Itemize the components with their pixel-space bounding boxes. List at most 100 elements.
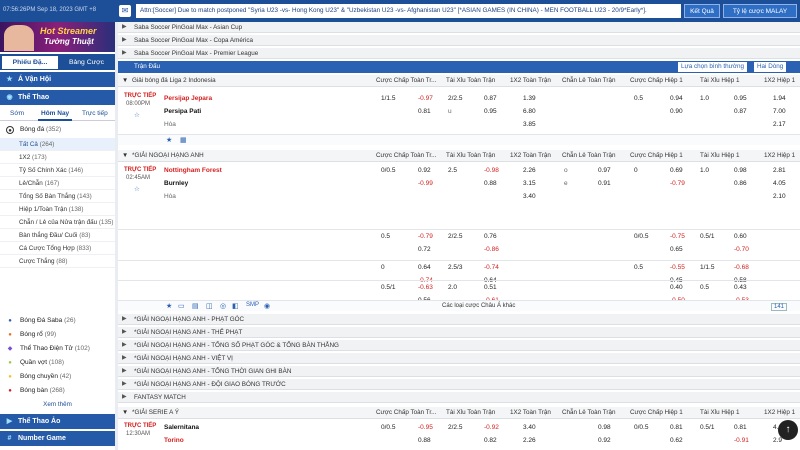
odds-cell[interactable]: 2.26 — [523, 437, 536, 444]
chart-icon[interactable]: ◫ — [206, 302, 213, 310]
odds-cell[interactable]: 0.81 — [418, 108, 431, 115]
odds-cell[interactable]: 0.76 — [484, 233, 497, 240]
display-lines-select[interactable]: Hai Dòng — [754, 62, 787, 72]
odds-cell[interactable]: 2.81 — [773, 167, 786, 174]
odds-cell[interactable]: 0.87 — [734, 108, 747, 115]
video-icon[interactable]: ▭ — [178, 302, 185, 310]
odds-cell[interactable]: 0.72 — [418, 246, 431, 253]
odds-cell[interactable]: 0.69 — [670, 167, 683, 174]
sidebar-subitem[interactable]: Tổng Số Bàn Thắng (143) — [0, 190, 115, 203]
odds-cell[interactable]: -0.79 — [670, 180, 685, 187]
odds-cell[interactable]: 0.91 — [598, 180, 611, 187]
odds-cell[interactable]: -0.92 — [484, 424, 499, 431]
odds-cell[interactable]: 0.51 — [484, 284, 497, 291]
sidebar-section-virtual[interactable]: ▶ Thể Thao Ảo — [0, 414, 115, 429]
odds-cell[interactable]: 0.86 — [734, 180, 747, 187]
odds-cell[interactable]: 2.17 — [773, 121, 786, 128]
results-button[interactable]: Kết Quả — [684, 4, 720, 18]
odds-cell[interactable]: -0.79 — [418, 233, 433, 240]
stats-icon[interactable]: ▦ — [180, 136, 187, 144]
sidebar-subitem[interactable]: Hiệp 1/Toàn Trận (138) — [0, 203, 115, 216]
sidebar-subitem[interactable]: Cược Thắng (88) — [0, 255, 115, 268]
league-row[interactable]: ▶ *GIẢI NGOẠI HẠNG ANH - VIỆT VỊ — [118, 353, 800, 364]
tab-bet-slip[interactable]: Phiếu Đặ... — [2, 56, 58, 69]
sidebar-subitem[interactable]: Chẵn / Lẻ của Nửa trận đấu (135) — [0, 216, 115, 229]
show-more-link[interactable]: Xem thêm — [0, 399, 115, 411]
more-markets-count[interactable]: 141 — [771, 303, 788, 311]
odds-cell[interactable]: 0.81 — [734, 424, 747, 431]
odds-cell[interactable]: 2.9 — [773, 437, 782, 444]
sort-select[interactable]: Lựa chọn bình thường — [678, 62, 747, 72]
lineup-icon[interactable]: ◧ — [232, 302, 239, 310]
tab-early[interactable]: Sớm — [10, 107, 24, 121]
league-row[interactable]: ▶ Saba Soccer PinGoal Max - Asian Cup — [118, 22, 800, 33]
odds-cell[interactable]: 3.85 — [523, 121, 536, 128]
odds-cell[interactable]: -0.95 — [418, 424, 433, 431]
more-asian-bets-link[interactable]: Các loại cược Châu Á khác — [442, 303, 515, 309]
odds-cell[interactable]: 3.15 — [523, 180, 536, 187]
odds-cell[interactable]: 6.80 — [523, 108, 536, 115]
odds-cell[interactable]: 2.10 — [773, 193, 786, 200]
sidebar-section-asian-games[interactable]: ★ Á Vận Hội — [0, 72, 115, 87]
sidebar-item-sport[interactable]: ◆ Thể Thao Điện Tử (102) — [0, 342, 115, 356]
tab-today[interactable]: Hôm Nay — [38, 107, 73, 121]
sidebar-subitem[interactable]: Tỷ Số Chính Xác (146) — [0, 164, 115, 177]
odds-cell[interactable]: 0.98 — [734, 167, 747, 174]
odds-cell[interactable]: 0.60 — [734, 233, 747, 240]
sidebar-subitem[interactable]: 1X2 (173) — [0, 151, 115, 164]
star-icon[interactable]: ★ — [166, 136, 172, 144]
odds-cell[interactable]: 1.39 — [523, 95, 536, 102]
odds-cell[interactable]: 3.40 — [523, 193, 536, 200]
league-row[interactable]: ▶ Saba Soccer PinGoal Max - Premier Leagu… — [118, 48, 800, 59]
sidebar-item-soccer[interactable]: ● Bóng đá (352) — [0, 123, 115, 137]
odds-cell[interactable]: 2.26 — [523, 167, 536, 174]
star-icon[interactable]: ☆ — [134, 111, 140, 119]
odds-cell[interactable]: 0.81 — [670, 424, 683, 431]
odds-cell[interactable]: 7.00 — [773, 108, 786, 115]
sidebar-section-sports[interactable]: ◉ Thể Thao — [0, 90, 115, 105]
live-tracker-icon[interactable]: ◉ — [264, 302, 270, 310]
league-row[interactable]: ▶ FANTASY MATCH — [118, 392, 800, 403]
league-row[interactable]: ▶ Saba Soccer PinGoal Max - Copa América — [118, 35, 800, 46]
sidebar-subitem[interactable]: Bàn thắng Đầu/ Cuối (83) — [0, 229, 115, 242]
sidebar-section-number-game[interactable]: # Number Game — [0, 431, 115, 446]
smp-icon[interactable]: SMP — [246, 302, 259, 308]
odds-cell[interactable]: -0.75 — [670, 233, 685, 240]
league-row[interactable]: ▶ *GIẢI NGOẠI HẠNG ANH - TỔNG THỜI GIAN G… — [118, 366, 800, 377]
odds-type-select[interactable]: Tỷ lệ cược MALAY — [723, 4, 797, 18]
odds-cell[interactable]: -0.68 — [734, 264, 749, 271]
sidebar-subitem[interactable]: Tất Cả (264) — [0, 138, 115, 151]
odds-cell[interactable]: 0.92 — [418, 167, 431, 174]
odds-cell[interactable]: 0.94 — [670, 95, 683, 102]
league-row[interactable]: ▶ *GIẢI NGOẠI HẠNG ANH - PHẠT GÓC — [118, 314, 800, 325]
scroll-to-top-button[interactable]: ↑ — [778, 420, 798, 440]
odds-cell[interactable]: 0.62 — [670, 437, 683, 444]
odds-cell[interactable]: -0.99 — [418, 180, 433, 187]
odds-cell[interactable]: 0.65 — [670, 246, 683, 253]
odds-cell[interactable]: 0.43 — [734, 284, 747, 291]
odds-cell[interactable]: 0.90 — [670, 108, 683, 115]
sidebar-item-sport[interactable]: ● Quần vợt (108) — [0, 356, 115, 370]
odds-cell[interactable]: 3.40 — [523, 424, 536, 431]
sidebar-subitem[interactable]: Lẻ/Chẵn (167) — [0, 177, 115, 190]
odds-cell[interactable]: 0.88 — [418, 437, 431, 444]
odds-cell[interactable]: 0.92 — [598, 437, 611, 444]
league-row[interactable]: ▶ *GIẢI NGOẠI HẠNG ANH - TỔNG SỐ PHẠT GÓC… — [118, 340, 800, 351]
odds-cell[interactable]: -0.98 — [484, 167, 499, 174]
promo-banner[interactable]: Hot Streamer Tường Thuật — [0, 22, 115, 52]
odds-cell[interactable]: -0.86 — [484, 246, 499, 253]
odds-cell[interactable]: -0.63 — [418, 284, 433, 291]
odds-cell[interactable]: 0.88 — [484, 180, 497, 187]
tab-live[interactable]: Trực tiếp — [82, 107, 108, 121]
sidebar-item-sport[interactable]: ● Bóng rổ (99) — [0, 328, 115, 342]
odds-cell[interactable]: 4.05 — [773, 180, 786, 187]
sidebar-item-sport[interactable]: ● Bóng bàn (268) — [0, 384, 115, 398]
info-icon[interactable]: ◎ — [220, 302, 226, 310]
odds-cell[interactable]: -0.97 — [418, 95, 433, 102]
odds-cell[interactable]: 0.40 — [670, 284, 683, 291]
odds-cell[interactable]: 0.95 — [734, 95, 747, 102]
odds-cell[interactable]: 0.97 — [598, 167, 611, 174]
star-icon[interactable]: ★ — [166, 302, 172, 310]
stats-icon[interactable]: ▤ — [192, 302, 199, 310]
odds-cell[interactable]: 0.95 — [484, 108, 497, 115]
